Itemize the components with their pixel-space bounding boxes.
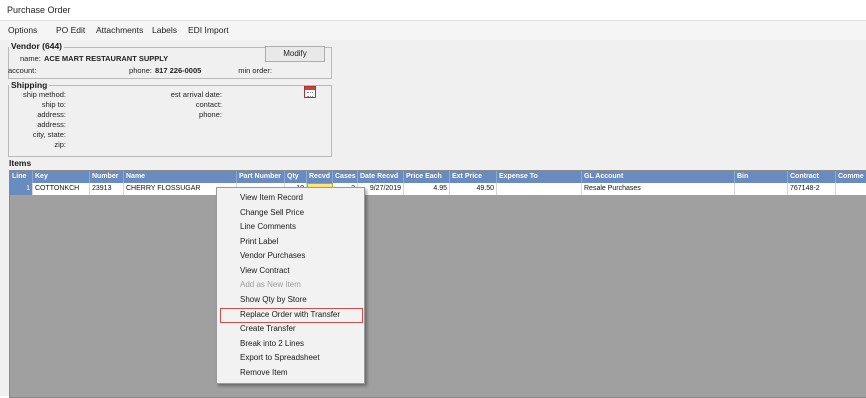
col-header-recvd[interactable]: Recvd [307, 171, 333, 183]
title-bar: Purchase Order [0, 0, 866, 21]
city-state-label: city, state: [32, 130, 66, 139]
menu-po-edit[interactable]: PO Edit [56, 25, 85, 35]
vendor-legend: Vendor (644) [9, 41, 65, 51]
vendor-name-value: ACE MART RESTAURANT SUPPLY [44, 54, 169, 63]
col-header-comments[interactable]: Comme [836, 171, 866, 183]
menu-attachments[interactable]: Attachments [96, 25, 143, 35]
contact-label: contact: [195, 100, 222, 109]
cell-contract[interactable]: 767148-2 [788, 183, 836, 195]
ctx-add-as-new-item: Add as New Item [240, 280, 301, 289]
col-header-cases[interactable]: Cases [333, 171, 358, 183]
cell-ext-price[interactable]: 49.50 [450, 183, 497, 195]
highlight-box [220, 308, 363, 323]
menu-options[interactable]: Options [8, 25, 37, 35]
cell-number[interactable]: 23913 [90, 183, 124, 195]
zip-label: zip: [54, 140, 66, 149]
vendor-phone-label: phone: [129, 66, 152, 75]
ctx-line-comments[interactable]: Line Comments [217, 220, 364, 235]
col-header-price-each[interactable]: Price Each [404, 171, 450, 183]
vendor-phone-value: 817 226-0005 [155, 66, 202, 75]
col-header-key[interactable]: Key [33, 171, 90, 183]
ctx-break-into-2-lines[interactable]: Break into 2 Lines [217, 337, 364, 352]
ctx-print-label[interactable]: Print Label [217, 235, 364, 250]
col-header-part-number[interactable]: Part Number [237, 171, 285, 183]
cell-key[interactable]: COTTONKCH [33, 183, 90, 195]
ctx-export-to-spreadsheet[interactable]: Export to Spreadsheet [217, 351, 364, 366]
ctx-change-sell-price[interactable]: Change Sell Price [217, 206, 364, 221]
cell-expense-to[interactable] [497, 183, 582, 195]
purchase-order-window: Purchase Order Options PO Edit Attachmen… [0, 0, 866, 398]
cell-comments[interactable] [836, 183, 866, 195]
vendor-name-label: name: [20, 54, 41, 63]
menu-labels[interactable]: Labels [152, 25, 177, 35]
modify-button[interactable]: Modify [265, 46, 325, 62]
cell-bin[interactable] [735, 183, 788, 195]
ctx-create-transfer[interactable]: Create Transfer [217, 322, 364, 337]
col-header-bin[interactable]: Bin [735, 171, 788, 183]
vendor-account-label: account: [8, 66, 37, 75]
ship-method-label: ship method: [23, 90, 66, 99]
cell-gl-account[interactable]: Resale Purchases [582, 183, 735, 195]
cell-price-each[interactable]: 4.95 [404, 183, 450, 195]
address2-label: address: [37, 120, 66, 129]
menu-bar: Options PO Edit Attachments Labels EDI I… [0, 21, 866, 40]
ctx-show-qty-by-store[interactable]: Show Qty by Store [217, 293, 364, 308]
col-header-gl-account[interactable]: GL Account [582, 171, 735, 183]
col-header-line[interactable]: Line [10, 171, 33, 183]
ctx-view-contract[interactable]: View Contract [217, 264, 364, 279]
address-label: address: [37, 110, 66, 119]
vendor-min-order-label: min order: [238, 66, 272, 75]
calendar-icon[interactable] [304, 86, 316, 98]
ctx-remove-item[interactable]: Remove Item [217, 366, 364, 381]
items-title: Items [9, 158, 32, 168]
est-arrival-label: est arrival date: [170, 90, 222, 99]
col-header-expense-to[interactable]: Expense To [497, 171, 582, 183]
col-header-qty[interactable]: Qty [285, 171, 307, 183]
items-grid: Line Key Number Name Part Number Qty Rec… [9, 170, 866, 398]
col-header-number[interactable]: Number [90, 171, 124, 183]
ctx-view-item-record[interactable]: View Item Record [217, 191, 364, 206]
ship-to-label: ship to: [41, 100, 66, 109]
menu-edi-import[interactable]: EDI Import [188, 25, 229, 35]
context-menu: View Item Record Change Sell Price Line … [216, 187, 365, 384]
col-header-contract[interactable]: Contract [788, 171, 836, 183]
col-header-ext-price[interactable]: Ext Price [450, 171, 497, 183]
cell-line[interactable]: 1 [10, 183, 33, 195]
shipping-phone-label: phone: [199, 110, 222, 119]
ctx-vendor-purchases[interactable]: Vendor Purchases [217, 249, 364, 264]
col-header-name[interactable]: Name [124, 171, 237, 183]
col-header-date-recvd[interactable]: Date Recvd [358, 171, 404, 183]
shipping-legend: Shipping [9, 80, 50, 90]
window-title: Purchase Order [7, 5, 71, 15]
